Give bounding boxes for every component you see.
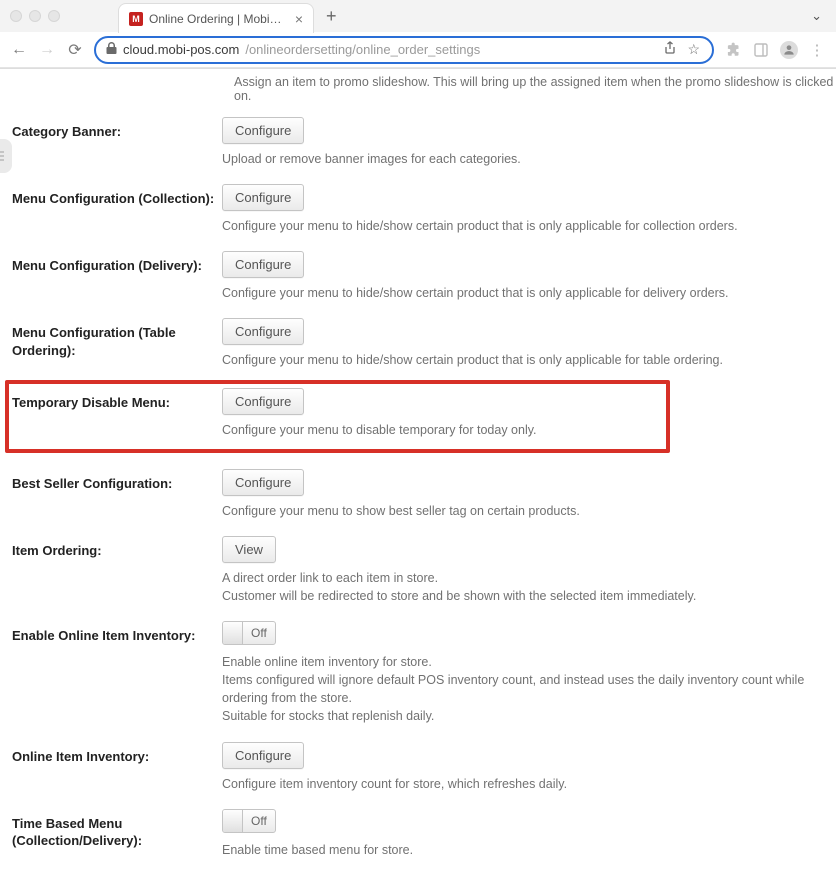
back-button[interactable]: ←	[10, 41, 28, 59]
address-bar[interactable]: cloud.mobi-pos.com/onlineordersetting/on…	[94, 36, 714, 64]
menu-config-collection-label: Menu Configuration (Collection):	[12, 184, 222, 208]
menu-config-delivery-label: Menu Configuration (Delivery):	[12, 251, 222, 275]
temporary-disable-menu-value: Configure Configure your menu to disable …	[222, 388, 666, 439]
menu-config-table-value: Configure Configure your menu to hide/sho…	[222, 318, 836, 369]
time-based-menu-description: Enable time based menu for store.	[222, 841, 828, 859]
promo-slideshow-desc: Assign an item to promo slideshow. This …	[12, 75, 836, 103]
best-seller-config-configure-button[interactable]: Configure	[222, 469, 304, 496]
setting-row-menu-config-delivery: Menu Configuration (Delivery):ConfigureC…	[12, 245, 836, 302]
menu-icon[interactable]: ⋮	[808, 41, 826, 59]
close-tab-icon[interactable]: ×	[295, 11, 303, 27]
menu-config-collection-value: Configure Configure your menu to hide/sho…	[222, 184, 836, 235]
enable-online-item-inventory-toggle[interactable]: Off	[222, 621, 276, 645]
best-seller-config-label: Best Seller Configuration:	[12, 469, 222, 493]
reload-button[interactable]: ⟳	[66, 40, 84, 60]
window-title-bar: M Online Ordering | MobiPOS × + ⌄	[0, 0, 836, 32]
maximize-window-button[interactable]	[48, 10, 60, 22]
temporary-disable-menu-description: Configure your menu to disable temporary…	[222, 421, 658, 439]
lock-icon	[106, 42, 117, 57]
enable-online-item-inventory-value: Off Enable online item inventory for stor…	[222, 621, 836, 726]
setting-row-menu-config-collection: Menu Configuration (Collection):Configur…	[12, 178, 836, 235]
panel-icon[interactable]	[752, 43, 770, 57]
window-controls	[10, 10, 60, 22]
setting-row-best-seller-config: Best Seller Configuration:ConfigureConfi…	[12, 463, 836, 520]
category-banner-label: Category Banner:	[12, 117, 222, 141]
menu-config-table-description: Configure your menu to hide/show certain…	[222, 351, 828, 369]
temporary-disable-menu-configure-button[interactable]: Configure	[222, 388, 304, 415]
temporary-disable-menu-label: Temporary Disable Menu:	[12, 388, 222, 412]
url-host: cloud.mobi-pos.com	[123, 42, 239, 57]
setting-row-enable-online-item-inventory: Enable Online Item Inventory: Off Enable o…	[12, 615, 836, 726]
best-seller-config-value: Configure Configure your menu to show bes…	[222, 469, 836, 520]
star-icon[interactable]: ☆	[685, 41, 702, 58]
toggle-label: Off	[243, 626, 275, 640]
share-icon[interactable]	[661, 41, 679, 58]
category-banner-configure-button[interactable]: Configure	[222, 117, 304, 144]
time-based-menu-label: Time Based Menu (Collection/Delivery):	[12, 809, 222, 850]
browser-tab[interactable]: M Online Ordering | MobiPOS ×	[118, 3, 314, 33]
setting-row-temporary-disable-menu: Temporary Disable Menu:ConfigureConfigur…	[5, 380, 670, 453]
extensions-icon[interactable]	[724, 42, 742, 57]
time-based-menu-value: Off Enable time based menu for store.	[222, 809, 836, 859]
setting-row-menu-config-table: Menu Configuration (Table Ordering):Conf…	[12, 312, 836, 369]
side-handle[interactable]	[0, 139, 12, 173]
item-ordering-value: View A direct order link to each item in …	[222, 536, 836, 605]
menu-config-delivery-value: Configure Configure your menu to hide/sho…	[222, 251, 836, 302]
close-window-button[interactable]	[10, 10, 22, 22]
online-item-inventory-value: Configure Configure item inventory count …	[222, 742, 836, 793]
menu-config-delivery-description: Configure your menu to hide/show certain…	[222, 284, 828, 302]
category-banner-value: Configure Upload or remove banner images …	[222, 117, 836, 168]
menu-config-table-configure-button[interactable]: Configure	[222, 318, 304, 345]
setting-row-online-item-inventory: Online Item Inventory:ConfigureConfigure…	[12, 736, 836, 793]
enable-online-item-inventory-label: Enable Online Item Inventory:	[12, 621, 222, 645]
time-based-menu-toggle[interactable]: Off	[222, 809, 276, 833]
tab-list-button[interactable]: ⌄	[811, 8, 822, 24]
item-ordering-label: Item Ordering:	[12, 536, 222, 560]
toggle-label: Off	[243, 814, 275, 828]
forward-button[interactable]: →	[38, 41, 56, 59]
browser-toolbar: ← → ⟳ cloud.mobi-pos.com/onlineordersett…	[0, 32, 836, 68]
menu-config-delivery-configure-button[interactable]: Configure	[222, 251, 304, 278]
profile-avatar[interactable]	[780, 41, 798, 59]
best-seller-config-description: Configure your menu to show best seller …	[222, 502, 828, 520]
setting-row-time-based-menu: Time Based Menu (Collection/Delivery):Of…	[12, 803, 836, 859]
online-item-inventory-description: Configure item inventory count for store…	[222, 775, 828, 793]
tab-title: Online Ordering | MobiPOS	[149, 12, 289, 26]
setting-row-category-banner: Category Banner:Configure Upload or remov…	[12, 111, 836, 168]
menu-config-collection-description: Configure your menu to hide/show certain…	[222, 217, 828, 235]
online-item-inventory-configure-button[interactable]: Configure	[222, 742, 304, 769]
item-ordering-description: A direct order link to each item in stor…	[222, 569, 828, 605]
menu-config-table-label: Menu Configuration (Table Ordering):	[12, 318, 222, 359]
setting-row-item-ordering: Item Ordering:View A direct order link to…	[12, 530, 836, 605]
menu-config-collection-configure-button[interactable]: Configure	[222, 184, 304, 211]
url-path: /onlineordersetting/online_order_setting…	[245, 42, 480, 57]
item-ordering-view-button[interactable]: View	[222, 536, 276, 563]
toggle-knob	[223, 622, 243, 644]
toggle-knob	[223, 810, 243, 832]
minimize-window-button[interactable]	[29, 10, 41, 22]
new-tab-button[interactable]: +	[326, 6, 337, 27]
online-item-inventory-label: Online Item Inventory:	[12, 742, 222, 766]
enable-online-item-inventory-description: Enable online item inventory for store.I…	[222, 653, 828, 726]
category-banner-description: Upload or remove banner images for each …	[222, 150, 828, 168]
tab-favicon: M	[129, 12, 143, 26]
